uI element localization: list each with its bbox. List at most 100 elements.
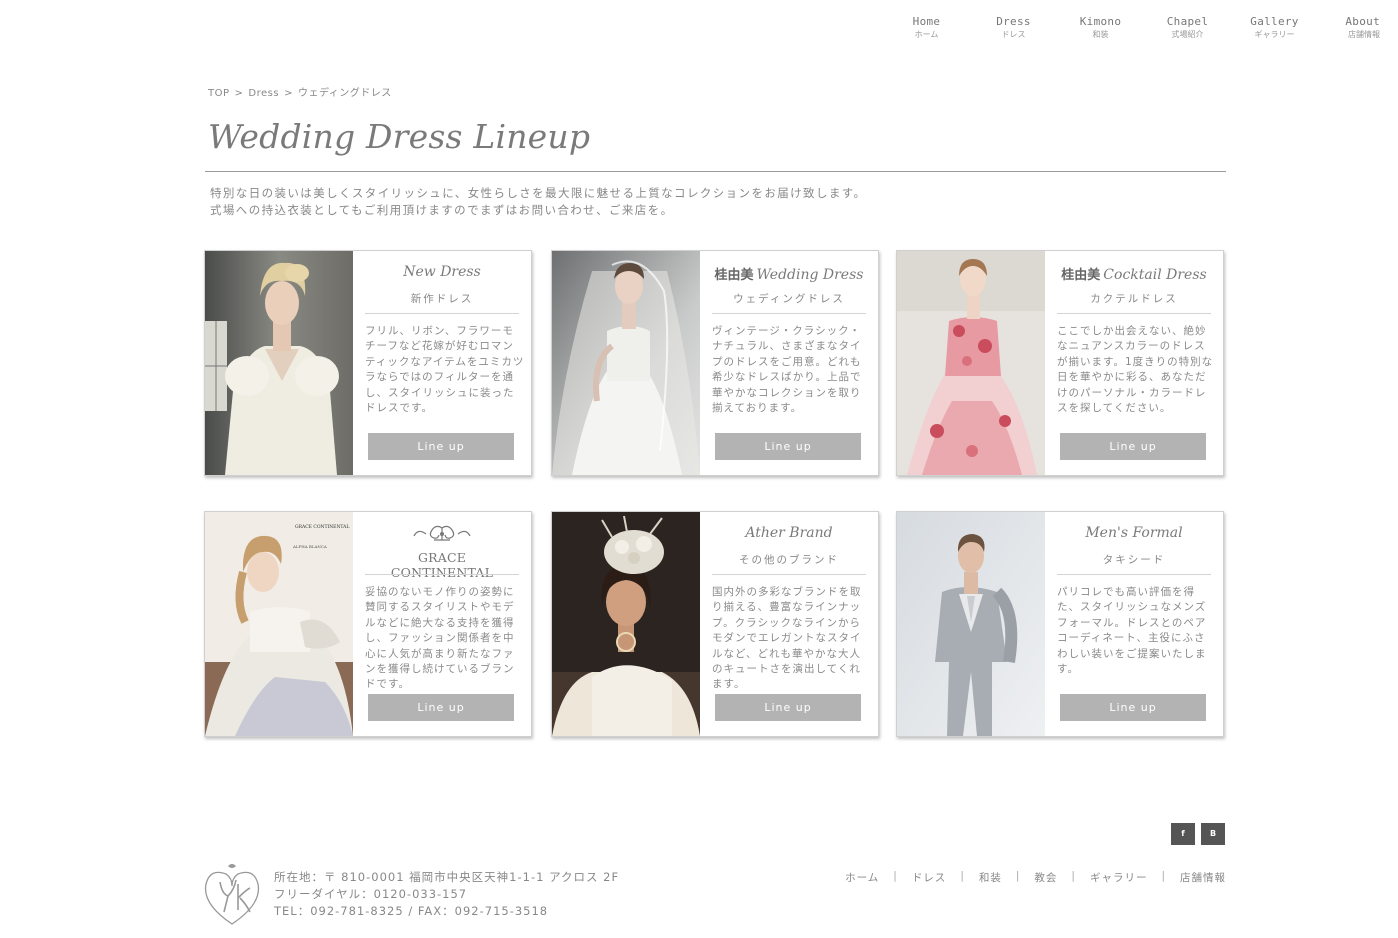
lineup-button-other-brand[interactable]: Line up [715,694,861,721]
footer-separator: | [960,870,965,882]
freedial-line: フリーダイヤル：0120-033-157 [274,887,468,901]
footer-address: 所在地：〒 810-0001 福岡市中央区天神1-1-1 アクロス 2F フリー… [274,869,619,920]
card-subtitle: タキシード [1102,554,1166,566]
card-photo-cocktail-dress[interactable] [897,251,1045,475]
card-title: New Dress [365,264,519,280]
card-body-mens-formal: Men's Formal タキシード パリコレでも高い評価を得た、スタイリッシュ… [1045,512,1223,736]
card-photo-grace-continental[interactable]: GRACE CONTINENTAL ALPHA BLANCA [205,512,353,736]
card-title-text: Ather Brand [745,525,833,541]
footer-link-about[interactable]: 店舗情報 [1180,870,1226,885]
facebook-button[interactable]: f [1171,823,1195,845]
card-title: 桂由美 Wedding Dress [712,264,866,283]
card-description: 国内外の多彩なブランドを取り揃える、豊富なラインナップ。クラシックなラインからモ… [712,586,862,691]
card-title-text: Men's Formal [1085,525,1183,541]
card-divider [1057,574,1211,575]
lineup-button-cocktail-dress[interactable]: Line up [1060,433,1206,460]
nav-chapel-sublabel: 式場紹介 [1171,30,1204,39]
facebook-icon: f [1181,829,1185,838]
card-body-cocktail-dress: 桂由美 Cocktail Dress カクテルドレス ここでしか出会えない、絶妙な… [1045,251,1223,475]
lineup-button-grace-continental[interactable]: Line up [368,694,514,721]
intro-text: 特別な日の装いは美しくスタイリッシュに、女性らしさを最大限に魅せる上質なコレクシ… [210,185,866,219]
card-title-text: GRACE CONTINENTAL [390,550,494,580]
nav-home[interactable]: Home ホーム [883,15,970,40]
card-wedding-dress: 桂由美 Wedding Dress ウェディングドレス ヴィンテージ・クラシック・… [551,250,879,476]
card-subtitle: 新作ドレス [410,293,474,305]
nav-gallery-label: Gallery [1250,15,1299,28]
nav-dress[interactable]: Dress ドレス [970,15,1057,40]
card-photo-other-brand[interactable] [552,512,700,736]
nav-kimono-sublabel: 和装 [1092,30,1109,39]
card-photo-mens-formal[interactable] [897,512,1045,736]
footer-separator: | [1161,870,1166,882]
nav-about-label: About [1345,15,1380,28]
yumi-katsura-logo: 桂由美 [1061,268,1101,283]
lineup-button-new-dress[interactable]: Line up [368,433,514,460]
address-line: 所在地：〒 810-0001 福岡市中央区天神1-1-1 アクロス 2F [274,870,620,884]
card-title: 桂由美 Cocktail Dress [1057,264,1211,283]
breadcrumb-current: ウェディングドレス [297,88,392,99]
hatena-bookmark-icon: B [1209,829,1217,838]
nav-about[interactable]: About 店舗情報 [1318,15,1380,40]
page-title: Wedding Dress Lineup [208,117,591,156]
footer-separator: | [1015,870,1021,882]
card-description: ここでしか出会えない、絶妙なニュアンスカラーのドレスが揃います。1度きりの特別な… [1057,325,1214,415]
footer-link-gallery[interactable]: ギャラリー [1090,870,1148,885]
card-title: Ather Brand [712,525,866,541]
card-subtitle: その他のブランド [739,554,839,566]
card-description: フリル、リボン、フラワーモチーフなど花嫁が好むロマンティックなアイテムをユミカツ… [365,325,525,415]
card-divider [712,313,866,314]
footer-separator: | [1071,870,1076,882]
footer-nav: ホーム | ドレス | 和装 | 教会 | ギャラリー | 店舗情報 [845,870,1226,885]
card-divider [1057,313,1211,314]
card-photo-wedding-dress[interactable] [552,251,700,475]
nav-gallery[interactable]: Gallery ギャラリー [1231,15,1318,40]
footer-link-dress[interactable]: ドレス [912,870,947,885]
nav-chapel[interactable]: Chapel 式場紹介 [1144,15,1231,40]
card-new-dress: New Dress 新作ドレス フリル、リボン、フラワーモチーフなど花嫁が好むロ… [204,250,532,476]
card-body-wedding-dress: 桂由美 Wedding Dress ウェディングドレス ヴィンテージ・クラシック・… [700,251,878,475]
footer-link-kimono[interactable]: 和装 [979,870,1002,885]
card-title-text: New Dress [403,264,481,280]
card-photo-new-dress[interactable] [205,251,353,475]
breadcrumb-separator: > [284,88,293,99]
card-divider [365,313,519,314]
card-title: Men's Formal [1057,525,1211,541]
card-body-grace-continental: GRACE CONTINENTAL 妥協のないモノ作りの姿勢に賛同するスタイリス… [353,512,531,736]
card-divider [712,574,866,575]
breadcrumb-dress-link[interactable]: Dress [248,88,279,99]
card-other-brand: Ather Brand その他のブランド 国内外の多彩なブランドを取り揃える、豊… [551,511,879,737]
nav-dress-sublabel: ドレス [1001,30,1026,39]
card-subtitle: ウェディングドレス [733,293,845,305]
photo-sub-caption: ALPHA BLANCA [292,544,327,549]
card-subtitle: カクテルドレス [1090,293,1178,305]
card-title-text: Wedding Dress [756,267,864,283]
title-divider [205,171,1226,172]
nav-gallery-sublabel: ギャラリー [1254,30,1295,39]
breadcrumb-top-link[interactable]: TOP [208,88,230,99]
footer-link-home[interactable]: ホーム [845,870,879,885]
ornament-icon [413,525,471,541]
brand-logo-icon [204,864,260,925]
nav-kimono[interactable]: Kimono 和装 [1057,15,1144,40]
breadcrumb: TOP > Dress > ウェディングドレス [208,84,392,99]
intro-line-1: 特別な日の装いは美しくスタイリッシュに、女性らしさを最大限に魅せる上質なコレクシ… [210,186,867,200]
lineup-button-mens-formal[interactable]: Line up [1060,694,1206,721]
nav-home-sublabel: ホーム [914,30,939,39]
card-cocktail-dress: 桂由美 Cocktail Dress カクテルドレス ここでしか出会えない、絶妙な… [896,250,1224,476]
card-title-text: Cocktail Dress [1103,267,1207,283]
intro-line-2: 式場への持込衣装としてもご利用頂けますのでまずはお問い合わせ、ご来店を。 [210,203,674,217]
nav-chapel-label: Chapel [1166,15,1209,28]
card-description: パリコレでも高い評価を得た、スタイリッシュなメンズフォーマル。ドレスとのペアコー… [1057,586,1207,676]
card-grace-continental: GRACE CONTINENTAL ALPHA BLANCA GRACE CON… [204,511,532,737]
nav-about-sublabel: 店舗情報 [1348,30,1380,39]
footer-separator: | [893,870,898,882]
hatena-bookmark-button[interactable]: B [1201,823,1225,845]
footer-link-chapel[interactable]: 教会 [1034,870,1057,885]
card-mens-formal: Men's Formal タキシード パリコレでも高い評価を得た、スタイリッシュ… [896,511,1224,737]
lineup-button-wedding-dress[interactable]: Line up [715,433,861,460]
nav-kimono-label: Kimono [1079,15,1122,28]
nav-home-label: Home [912,15,941,28]
card-description: ヴィンテージ・クラシック・ナチュラル、さまざまなタイプのドレスをご用意。どれも希… [712,325,862,415]
breadcrumb-separator: > [234,88,244,99]
global-nav: Home ホーム Dress ドレス Kimono 和装 Chapel 式場紹介 Gal… [883,15,1380,40]
